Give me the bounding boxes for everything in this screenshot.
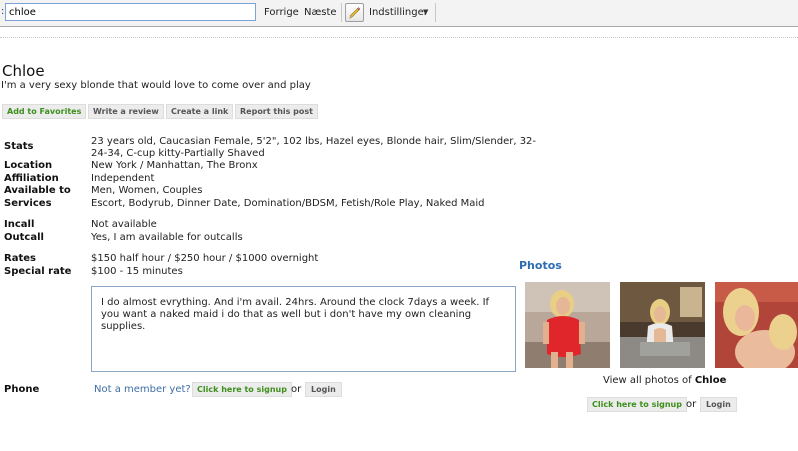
settings-label: Indstillinger [369,7,428,18]
rates-value: $150 half hour / $250 hour / $1000 overn… [91,253,319,264]
phone-label: Phone [4,384,40,395]
location-value: New York / Manhattan, The Bronx [91,160,258,171]
profile-name: Chloe [2,62,45,80]
find-previous-button[interactable]: Forrige [264,7,299,18]
photos-or-text: or [686,399,697,410]
profile-photo-2[interactable] [620,282,705,368]
add-to-favorites-button[interactable]: Add to Favorites [2,104,87,119]
find-label: : [1,6,5,17]
view-all-name: Chloe [694,375,727,386]
view-all-photos-link[interactable]: View all photos of Chloe [603,375,726,386]
affiliation-value: Independent [91,173,155,184]
create-link-button[interactable]: Create a link [166,104,234,119]
available-to-value: Men, Women, Couples [91,185,203,196]
stats-value-line1: 23 years old, Caucasian Female, 5'2", 10… [91,136,537,147]
outcall-value: Yes, I am available for outcalls [91,232,243,243]
services-label: Services [4,198,52,209]
affiliation-label: Affiliation [4,173,59,184]
photos-login-button[interactable]: Login [700,397,737,412]
special-rate-label: Special rate [4,266,72,277]
profile-photo-3[interactable] [715,282,798,368]
services-value: Escort, Bodyrub, Dinner Date, Domination… [91,198,485,209]
find-toolbar: : Forrige Næste Indstillinger ▼ [0,0,798,27]
toolbar-divider [341,3,342,22]
profile-tagline: I'm a very sexy blonde that would love t… [1,80,311,91]
location-label: Location [4,160,53,171]
not-member-link[interactable]: Not a member yet? [94,384,191,395]
find-input[interactable] [5,3,256,21]
profile-photo-1[interactable] [525,282,610,368]
signup-button[interactable]: Click here to signup [192,382,292,397]
available-to-label: Available to [4,185,71,196]
incall-value: Not available [91,219,157,230]
rates-label: Rates [4,253,36,264]
find-next-button[interactable]: Næste [304,7,337,18]
outcall-label: Outcall [4,232,44,243]
stats-value-line2: 24-34, C-cup kitty-Partially Shaved [91,148,265,159]
report-post-button[interactable]: Report this post [235,104,318,119]
toolbar-divider [435,3,436,22]
photos-signup-button[interactable]: Click here to signup [587,397,687,412]
pencil-icon [345,3,364,22]
stats-label: Stats [4,141,34,152]
incall-label: Incall [4,219,35,230]
login-button[interactable]: Login [305,382,342,397]
write-review-button[interactable]: Write a review [88,104,164,119]
page-divider [0,37,798,38]
description-box: I do almost evrything. And i'm avail. 24… [91,286,516,372]
photos-heading: Photos [519,259,562,272]
or-text: or [291,384,302,395]
view-all-prefix: View all photos of [603,375,692,386]
chevron-down-icon: ▼ [423,8,429,16]
special-rate-value: $100 - 15 minutes [91,266,183,277]
